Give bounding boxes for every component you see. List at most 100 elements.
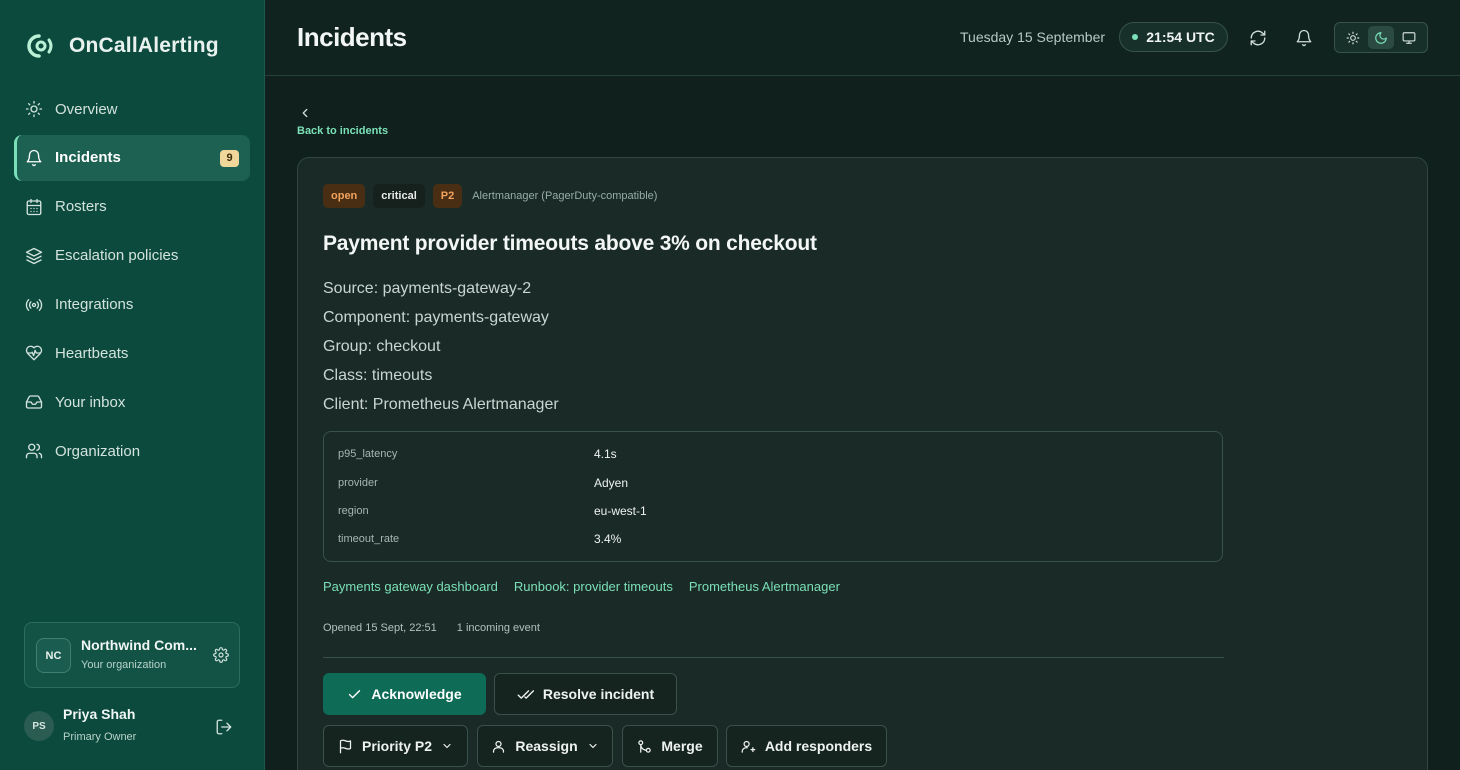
integration-source: Alertmanager (PagerDuty-compatible) (472, 190, 658, 202)
oncall-logo-icon (27, 34, 53, 58)
sidebar-item-heartbeats[interactable]: Heartbeats (14, 330, 250, 376)
brand-name: OnCallAlerting (69, 34, 219, 57)
current-date: Tuesday 15 September (960, 29, 1106, 45)
radio-icon (24, 295, 44, 315)
acknowledge-button[interactable]: Acknowledge (323, 673, 486, 715)
opened-at: Opened 15 Sept, 22:51 (323, 622, 437, 634)
detail-value: Adyen (594, 476, 629, 490)
gear-icon[interactable] (213, 647, 229, 663)
incident-title: Payment provider timeouts above 3% on ch… (323, 232, 817, 255)
detail-row: p95_latency 4.1s (338, 446, 617, 462)
sidebar-item-label: Rosters (55, 198, 107, 216)
sidebar-item-rosters[interactable]: Rosters (14, 184, 250, 230)
sidebar-item-label: Organization (55, 442, 141, 460)
users-icon (24, 441, 44, 461)
user-icon (493, 740, 505, 753)
theme-toggle (1334, 22, 1428, 53)
notifications-bell-icon[interactable] (1294, 28, 1314, 48)
custom-details-table: p95_latency 4.1s provider Adyen region e… (323, 431, 1223, 562)
detail-row: timeout_rate 3.4% (338, 531, 621, 547)
incident-timestamps: Opened 15 Sept, 22:51 1 incoming event (323, 622, 540, 634)
incident-count-badge: 9 (220, 149, 239, 167)
double-check-icon (517, 689, 534, 699)
priority-badge: P2 (432, 184, 463, 208)
chevron-down-icon (443, 743, 451, 749)
git-merge-icon (638, 739, 652, 753)
priority-label: Priority P2 (361, 738, 433, 754)
back-to-incidents-link[interactable]: Back to incidents (297, 125, 388, 137)
detail-value: eu-west-1 (594, 504, 647, 518)
sidebar-item-incidents[interactable]: Incidents 9 (14, 134, 250, 181)
dark-theme-moon-icon[interactable] (1368, 26, 1394, 49)
sidebar-item-escalation-policies[interactable]: Escalation policies (14, 233, 250, 279)
sidebar-item-integrations[interactable]: Integrations (14, 282, 250, 328)
layers-icon (24, 246, 44, 266)
meta-source: Source: payments-gateway-2 (323, 280, 532, 297)
incident-meta: Source: payments-gateway-2 Component: pa… (323, 279, 559, 424)
event-count: 1 incoming event (456, 622, 540, 634)
incident-badges: open critical P2 Alertmanager (PagerDuty… (323, 184, 657, 208)
sidebar-nav: Overview Incidents 9 Rosters Escalation … (14, 86, 250, 477)
sidebar: OnCallAlerting Overview Incidents 9 Rost… (0, 0, 265, 770)
org-avatar: NC (36, 638, 71, 673)
detail-row: region eu-west-1 (338, 503, 647, 519)
add-responders-label: Add responders (764, 738, 873, 754)
chevron-left-icon[interactable] (298, 106, 312, 120)
sidebar-item-label: Incidents (55, 149, 121, 167)
light-theme-sun-icon[interactable] (1340, 26, 1366, 49)
meta-client: Client: Prometheus Alertmanager (323, 396, 559, 413)
refresh-icon[interactable] (1248, 28, 1268, 48)
sidebar-item-label: Integrations (55, 296, 134, 314)
utc-clock: 21:54 UTC (1119, 22, 1228, 52)
merge-label: Merge (661, 738, 703, 754)
user-name: Priya Shah (63, 706, 136, 722)
reassign-dropdown[interactable]: Reassign (477, 725, 613, 767)
heart-pulse-icon (24, 343, 44, 363)
sun-icon (24, 99, 44, 119)
resolve-incident-button[interactable]: Resolve incident (494, 673, 677, 715)
chevron-down-icon (589, 743, 597, 749)
incident-links: Payments gateway dashboard Runbook: prov… (323, 579, 840, 594)
clock-time: 21:54 UTC (1146, 29, 1215, 45)
bell-icon (24, 148, 44, 168)
detail-key: provider (338, 477, 378, 489)
reassign-label: Reassign (515, 738, 578, 754)
detail-key: region (338, 505, 369, 517)
user-role: Primary Owner (63, 731, 137, 743)
dashboard-link[interactable]: Payments gateway dashboard (323, 579, 498, 594)
incident-card: open critical P2 Alertmanager (PagerDuty… (297, 157, 1428, 770)
sidebar-item-organization[interactable]: Organization (14, 428, 250, 474)
meta-component: Component: payments-gateway (323, 309, 549, 326)
sidebar-item-overview[interactable]: Overview (14, 86, 250, 132)
runbook-link[interactable]: Runbook: provider timeouts (514, 579, 673, 594)
sidebar-item-label: Heartbeats (55, 344, 129, 362)
merge-button[interactable]: Merge (622, 725, 718, 767)
acknowledge-label: Acknowledge (371, 686, 462, 702)
sidebar-item-label: Overview (55, 100, 118, 118)
detail-value: 4.1s (594, 447, 617, 461)
org-subtitle: Your organization (81, 659, 167, 671)
meta-class: Class: timeouts (323, 367, 433, 384)
user-plus-icon (741, 740, 756, 753)
system-theme-monitor-icon[interactable] (1396, 26, 1422, 49)
priority-dropdown[interactable]: Priority P2 (323, 725, 468, 767)
page-title: Incidents (297, 22, 407, 52)
organization-card[interactable]: NC Northwind Com... Your organization (24, 622, 240, 688)
detail-key: timeout_rate (338, 533, 400, 545)
alertmanager-link[interactable]: Prometheus Alertmanager (689, 579, 840, 594)
inbox-icon (24, 392, 44, 412)
logout-icon[interactable] (215, 718, 233, 736)
divider (323, 657, 1224, 658)
detail-value: 3.4% (594, 532, 622, 546)
user-avatar[interactable]: PS (24, 711, 54, 741)
org-name: Northwind Com... (81, 637, 197, 653)
sidebar-item-label: Escalation policies (55, 247, 179, 265)
status-badge: open (323, 184, 366, 208)
severity-badge: critical (373, 184, 425, 208)
check-icon (349, 689, 361, 698)
brand[interactable]: OnCallAlerting (25, 32, 219, 60)
sidebar-item-your-inbox[interactable]: Your inbox (14, 379, 250, 425)
add-responders-button[interactable]: Add responders (726, 725, 887, 767)
flag-icon (339, 739, 352, 753)
top-header: Incidents Tuesday 15 September 21:54 UTC (265, 0, 1460, 76)
